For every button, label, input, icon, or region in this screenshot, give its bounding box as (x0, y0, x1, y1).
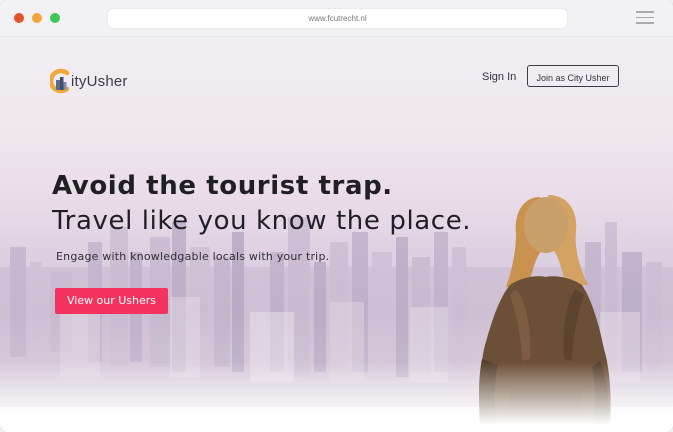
address-bar[interactable]: www.fcutrecht.nl (107, 8, 568, 29)
close-window-dot[interactable] (14, 13, 24, 23)
sign-in-link[interactable]: Sign In (482, 70, 516, 84)
logo-text: ityUsher (71, 72, 128, 90)
view-ushers-button[interactable]: View our Ushers (55, 288, 168, 314)
hero-headline-regular: Travel like you know the place. (52, 206, 472, 236)
browser-window: www.fcutrecht.nl ityUsher Sign In Join a… (0, 0, 673, 432)
city-c-logo-icon (48, 68, 72, 94)
cityusher-logo[interactable]: ityUsher (48, 68, 128, 94)
hamburger-icon[interactable] (636, 11, 654, 25)
browser-chrome: www.fcutrecht.nl (0, 0, 673, 37)
bottom-fade (0, 362, 673, 432)
hero-subtitle: Engage with knowledgable locals with you… (56, 250, 330, 263)
hero-section: ityUsher Sign In Join as City Usher Avoi… (0, 37, 673, 432)
minimize-window-dot[interactable] (32, 13, 42, 23)
maximize-window-dot[interactable] (50, 13, 60, 23)
join-as-usher-button[interactable]: Join as City Usher (527, 65, 619, 87)
hero-headline-bold: Avoid the tourist trap. (52, 171, 393, 201)
